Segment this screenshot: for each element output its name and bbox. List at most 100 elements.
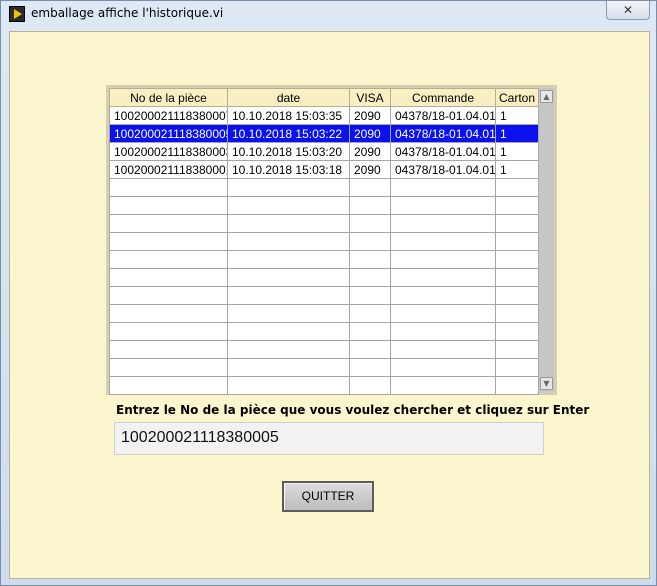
table-cell[interactable] xyxy=(109,268,228,287)
table-cell[interactable]: 100200021118380001 xyxy=(109,160,228,179)
table-cell[interactable] xyxy=(495,268,539,287)
table-cell[interactable] xyxy=(349,286,391,305)
empty-table-row[interactable] xyxy=(109,268,539,287)
table-cell[interactable]: 10.10.2018 15:03:18 xyxy=(227,160,350,179)
table-cell[interactable] xyxy=(349,358,391,377)
table-cell[interactable] xyxy=(390,304,496,323)
table-cell[interactable] xyxy=(495,250,539,269)
table-cell[interactable]: 1 xyxy=(495,142,539,161)
table-cell[interactable] xyxy=(109,196,228,215)
table-cell[interactable] xyxy=(227,214,350,233)
table-cell[interactable] xyxy=(227,250,350,269)
table-cell[interactable]: 100200021118380007 xyxy=(109,106,228,125)
table-cell[interactable]: 04378/18-01.04.01 xyxy=(390,106,496,125)
table-cell[interactable]: 2090 xyxy=(349,142,391,161)
table-cell[interactable] xyxy=(495,304,539,323)
table-cell[interactable] xyxy=(349,232,391,251)
table-cell[interactable] xyxy=(495,340,539,359)
table-cell[interactable] xyxy=(495,178,539,197)
table-cell[interactable] xyxy=(227,340,350,359)
table-cell[interactable] xyxy=(495,214,539,233)
table-cell[interactable] xyxy=(227,304,350,323)
table-cell[interactable]: 10.10.2018 15:03:35 xyxy=(227,106,350,125)
empty-table-row[interactable] xyxy=(109,286,539,305)
scroll-down-icon[interactable]: ▼ xyxy=(540,377,553,390)
table-cell[interactable] xyxy=(227,232,350,251)
table-cell[interactable] xyxy=(109,376,228,395)
table-cell[interactable]: 2090 xyxy=(349,124,391,143)
table-cell[interactable]: 2090 xyxy=(349,160,391,179)
table-cell[interactable] xyxy=(390,286,496,305)
table-cell[interactable]: 04378/18-01.04.01 xyxy=(390,124,496,143)
table-cell[interactable] xyxy=(390,268,496,287)
table-row[interactable]: 100200021118380001 10.10.2018 15:03:18 209… xyxy=(109,160,539,179)
empty-table-row[interactable] xyxy=(109,196,539,215)
table-cell[interactable] xyxy=(109,322,228,341)
table-cell[interactable]: 2090 xyxy=(349,106,391,125)
piece-number-input[interactable]: 100200021118380005 xyxy=(114,422,544,455)
table-cell[interactable] xyxy=(495,358,539,377)
table-cell[interactable] xyxy=(390,214,496,233)
table-cell[interactable]: 04378/18-01.04.01 xyxy=(390,160,496,179)
table-cell[interactable] xyxy=(109,358,228,377)
table-row[interactable]: 100200021118380005 10.10.2018 15:03:22 209… xyxy=(109,124,539,143)
table-cell[interactable]: 1 xyxy=(495,106,539,125)
empty-table-row[interactable] xyxy=(109,358,539,377)
table-cell[interactable] xyxy=(109,304,228,323)
table-row[interactable]: 100200021118380003 10.10.2018 15:03:20 209… xyxy=(109,142,539,161)
table-cell[interactable] xyxy=(109,178,228,197)
table-cell[interactable] xyxy=(349,304,391,323)
history-grid[interactable]: No de la pièce date VISA Commande Carton… xyxy=(109,88,539,395)
table-cell[interactable] xyxy=(390,340,496,359)
table-row[interactable]: 100200021118380007 10.10.2018 15:03:35 209… xyxy=(109,106,539,125)
table-cell[interactable]: 04378/18-01.04.01 xyxy=(390,142,496,161)
table-cell[interactable] xyxy=(390,358,496,377)
table-cell[interactable] xyxy=(109,232,228,251)
table-cell[interactable] xyxy=(390,196,496,215)
empty-table-row[interactable] xyxy=(109,214,539,233)
table-cell[interactable] xyxy=(349,178,391,197)
table-cell[interactable] xyxy=(495,322,539,341)
table-cell[interactable]: 100200021118380003 xyxy=(109,142,228,161)
close-button[interactable]: ✕ xyxy=(606,1,650,20)
table-cell[interactable] xyxy=(227,268,350,287)
empty-table-row[interactable] xyxy=(109,250,539,269)
table-cell[interactable] xyxy=(390,376,496,395)
table-cell[interactable] xyxy=(227,286,350,305)
table-cell[interactable]: 100200021118380005 xyxy=(109,124,228,143)
table-cell[interactable] xyxy=(390,322,496,341)
table-cell[interactable] xyxy=(227,358,350,377)
table-cell[interactable]: 1 xyxy=(495,124,539,143)
table-cell[interactable] xyxy=(109,214,228,233)
empty-table-row[interactable] xyxy=(109,304,539,323)
table-cell[interactable] xyxy=(495,286,539,305)
empty-table-row[interactable] xyxy=(109,178,539,197)
table-cell[interactable] xyxy=(227,178,350,197)
table-cell[interactable] xyxy=(109,286,228,305)
table-cell[interactable] xyxy=(495,196,539,215)
table-cell[interactable] xyxy=(349,376,391,395)
empty-table-row[interactable] xyxy=(109,340,539,359)
table-cell[interactable] xyxy=(495,232,539,251)
table-cell[interactable] xyxy=(390,250,496,269)
table-cell[interactable] xyxy=(349,340,391,359)
empty-table-row[interactable] xyxy=(109,376,539,395)
table-cell[interactable] xyxy=(495,376,539,395)
scroll-up-icon[interactable]: ▲ xyxy=(540,90,553,103)
table-cell[interactable] xyxy=(349,214,391,233)
table-cell[interactable] xyxy=(227,196,350,215)
table-cell[interactable] xyxy=(349,250,391,269)
table-cell[interactable] xyxy=(109,340,228,359)
table-cell[interactable]: 10.10.2018 15:03:22 xyxy=(227,124,350,143)
table-cell[interactable] xyxy=(349,196,391,215)
table-cell[interactable] xyxy=(390,232,496,251)
table-cell[interactable] xyxy=(349,322,391,341)
table-cell[interactable] xyxy=(349,268,391,287)
quit-button[interactable]: QUITTER xyxy=(282,481,374,512)
table-cell[interactable] xyxy=(227,376,350,395)
table-cell[interactable] xyxy=(227,322,350,341)
empty-table-row[interactable] xyxy=(109,232,539,251)
empty-table-row[interactable] xyxy=(109,322,539,341)
table-cell[interactable]: 1 xyxy=(495,160,539,179)
table-cell[interactable]: 10.10.2018 15:03:20 xyxy=(227,142,350,161)
